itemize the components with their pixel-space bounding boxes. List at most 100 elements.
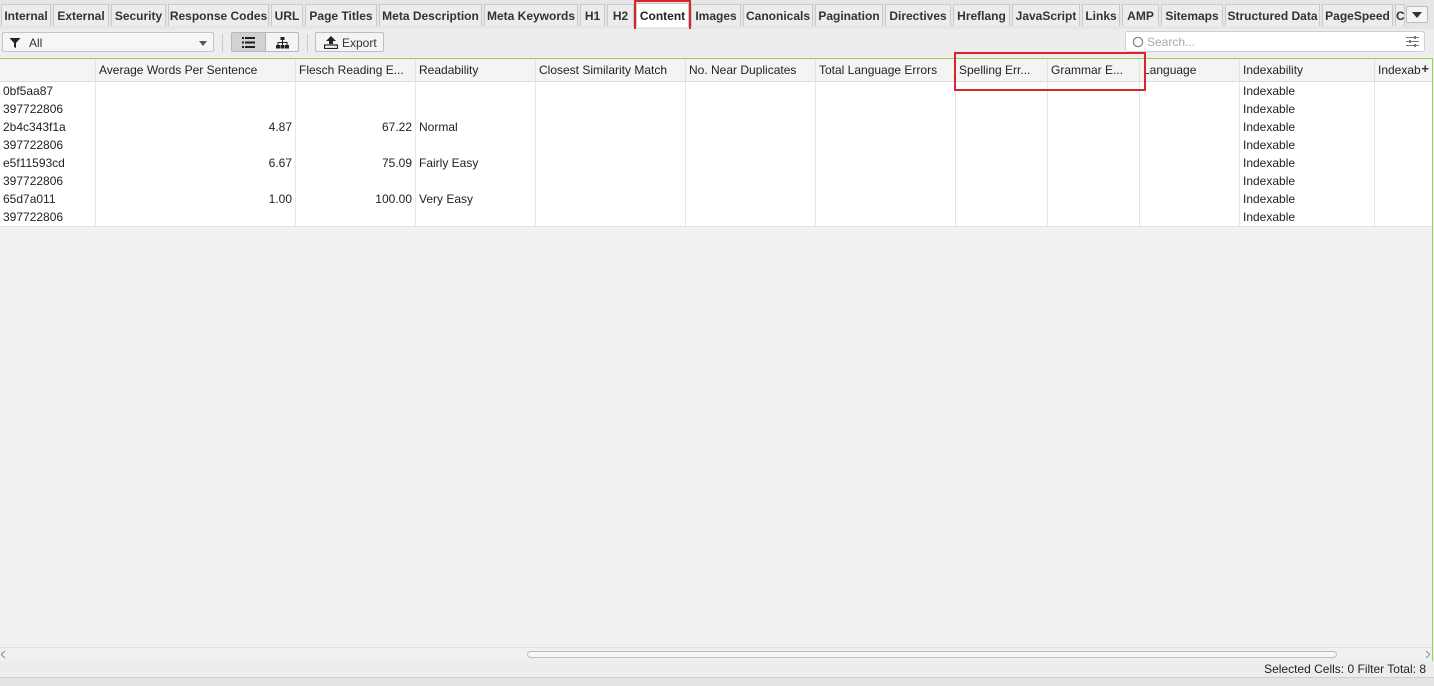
cell-flesch-reading-ease[interactable] <box>296 136 416 154</box>
cell-flesch-reading-ease[interactable] <box>296 172 416 190</box>
cell-spelling-errors[interactable] <box>956 136 1048 154</box>
cell-avg-words-per-sentence[interactable]: 1.00 <box>96 190 296 208</box>
cell-grammar-errors[interactable] <box>1048 118 1140 136</box>
table-row[interactable]: 0bf5aa87 Indexable <box>0 82 1432 101</box>
cell-address[interactable]: 397722806 <box>0 208 96 226</box>
cell-avg-words-per-sentence[interactable] <box>96 208 296 226</box>
cell-indexability[interactable]: Indexable <box>1240 82 1375 100</box>
table-row[interactable]: 397722806 Indexable <box>0 208 1432 227</box>
cell-grammar-errors[interactable] <box>1048 172 1140 190</box>
cell-closest-similarity-match[interactable] <box>536 190 686 208</box>
cell-language[interactable] <box>1140 172 1240 190</box>
cell-flesch-reading-ease[interactable]: 100.00 <box>296 190 416 208</box>
cell-readability[interactable] <box>416 82 536 100</box>
scroll-right-icon[interactable] <box>1425 651 1430 658</box>
cell-grammar-errors[interactable] <box>1048 136 1140 154</box>
cell-flesch-reading-ease[interactable]: 75.09 <box>296 154 416 172</box>
cell-avg-words-per-sentence[interactable] <box>96 136 296 154</box>
cell-near-duplicates[interactable] <box>686 154 816 172</box>
column-header-closest-similarity-match[interactable]: Closest Similarity Match <box>536 59 686 81</box>
export-button[interactable]: Export <box>315 32 384 52</box>
cell-avg-words-per-sentence[interactable] <box>96 82 296 100</box>
tab-content[interactable]: Content <box>636 3 689 27</box>
cell-flesch-reading-ease[interactable] <box>296 100 416 118</box>
cell-indexability-status[interactable] <box>1375 172 1432 190</box>
tab-overflow-dropdown[interactable] <box>1406 6 1428 23</box>
cell-indexability-status[interactable] <box>1375 190 1432 208</box>
scrollbar-thumb[interactable] <box>527 651 1337 658</box>
cell-avg-words-per-sentence[interactable]: 6.67 <box>96 154 296 172</box>
cell-total-language-errors[interactable] <box>816 136 956 154</box>
cell-readability[interactable] <box>416 136 536 154</box>
column-header-avg-words-per-sentence[interactable]: Average Words Per Sentence <box>96 59 296 81</box>
cell-indexability-status[interactable] <box>1375 118 1432 136</box>
column-header-indexability[interactable]: Indexability <box>1240 59 1375 81</box>
cell-avg-words-per-sentence[interactable]: 4.87 <box>96 118 296 136</box>
cell-address[interactable]: 397722806 <box>0 172 96 190</box>
cell-total-language-errors[interactable] <box>816 118 956 136</box>
tab-page-titles[interactable]: Page Titles <box>305 4 377 26</box>
cell-grammar-errors[interactable] <box>1048 208 1140 226</box>
cell-readability[interactable]: Very Easy <box>416 190 536 208</box>
cell-language[interactable] <box>1140 82 1240 100</box>
cell-total-language-errors[interactable] <box>816 172 956 190</box>
cell-language[interactable] <box>1140 154 1240 172</box>
cell-total-language-errors[interactable] <box>816 190 956 208</box>
search-options-icon[interactable] <box>1406 36 1419 47</box>
cell-indexability[interactable]: Indexable <box>1240 118 1375 136</box>
cell-near-duplicates[interactable] <box>686 100 816 118</box>
search-input[interactable] <box>1147 34 1397 49</box>
cell-language[interactable] <box>1140 208 1240 226</box>
column-header-spelling-errors[interactable]: Spelling Err... <box>956 59 1048 81</box>
table-row[interactable]: 397722806 Indexable <box>0 172 1432 191</box>
cell-language[interactable] <box>1140 136 1240 154</box>
cell-closest-similarity-match[interactable] <box>536 82 686 100</box>
cell-near-duplicates[interactable] <box>686 136 816 154</box>
table-row[interactable]: 397722806 Indexable <box>0 136 1432 155</box>
cell-language[interactable] <box>1140 118 1240 136</box>
cell-readability[interactable] <box>416 172 536 190</box>
cell-indexability[interactable]: Indexable <box>1240 172 1375 190</box>
tab-pagination[interactable]: Pagination <box>815 4 883 26</box>
tab-javascript[interactable]: JavaScript <box>1012 4 1080 26</box>
tab-sitemaps[interactable]: Sitemaps <box>1161 4 1223 26</box>
cell-flesch-reading-ease[interactable] <box>296 208 416 226</box>
scroll-left-icon[interactable] <box>1 651 6 658</box>
cell-avg-words-per-sentence[interactable] <box>96 100 296 118</box>
horizontal-scrollbar[interactable] <box>0 647 1432 661</box>
table-row[interactable]: 65d7a011 1.00 100.00 Very Easy Indexable <box>0 190 1432 209</box>
cell-address[interactable]: 397722806 <box>0 100 96 118</box>
cell-indexability[interactable]: Indexable <box>1240 190 1375 208</box>
cell-grammar-errors[interactable] <box>1048 190 1140 208</box>
cell-closest-similarity-match[interactable] <box>536 100 686 118</box>
table-row[interactable]: 397722806 Indexable <box>0 100 1432 119</box>
filter-dropdown[interactable]: All <box>2 32 214 52</box>
cell-address[interactable]: e5f11593cd <box>0 154 96 172</box>
tab-structured-data[interactable]: Structured Data <box>1225 4 1320 26</box>
column-header-language[interactable]: Language <box>1140 59 1240 81</box>
cell-readability[interactable] <box>416 208 536 226</box>
cell-closest-similarity-match[interactable] <box>536 118 686 136</box>
cell-readability[interactable]: Fairly Easy <box>416 154 536 172</box>
column-header-flesch-reading-ease[interactable]: Flesch Reading E... <box>296 59 416 81</box>
cell-flesch-reading-ease[interactable] <box>296 82 416 100</box>
list-view-button[interactable] <box>232 33 265 51</box>
cell-indexability-status[interactable] <box>1375 208 1432 226</box>
cell-language[interactable] <box>1140 100 1240 118</box>
add-column-button[interactable]: + <box>1421 59 1429 79</box>
cell-indexability-status[interactable] <box>1375 154 1432 172</box>
cell-spelling-errors[interactable] <box>956 82 1048 100</box>
cell-indexability-status[interactable] <box>1375 136 1432 154</box>
cell-near-duplicates[interactable] <box>686 172 816 190</box>
cell-flesch-reading-ease[interactable]: 67.22 <box>296 118 416 136</box>
cell-spelling-errors[interactable] <box>956 208 1048 226</box>
cell-near-duplicates[interactable] <box>686 190 816 208</box>
cell-near-duplicates[interactable] <box>686 208 816 226</box>
cell-avg-words-per-sentence[interactable] <box>96 172 296 190</box>
cell-indexability-status[interactable] <box>1375 100 1432 118</box>
cell-near-duplicates[interactable] <box>686 82 816 100</box>
column-header-grammar-errors[interactable]: Grammar E... <box>1048 59 1140 81</box>
cell-address[interactable]: 2b4c343f1a <box>0 118 96 136</box>
tab-pagespeed[interactable]: PageSpeed <box>1322 4 1393 26</box>
cell-address[interactable]: 65d7a011 <box>0 190 96 208</box>
